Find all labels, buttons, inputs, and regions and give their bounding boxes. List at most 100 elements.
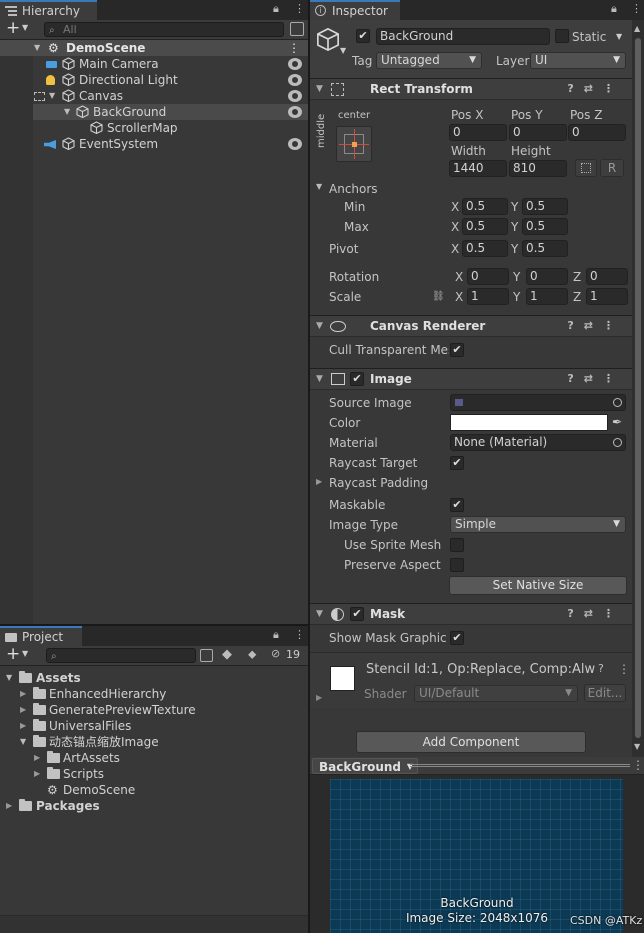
hierarchy-search-input[interactable]: ⌕ All [44, 22, 284, 37]
project-search-input[interactable]: ⌕ [46, 648, 196, 663]
anchor-max-x-field[interactable]: 0.5 [462, 218, 508, 235]
chevron-down-icon[interactable]: ▼ [20, 734, 26, 750]
project-item-enhancedhierarchy[interactable]: ▶ EnhancedHierarchy [0, 686, 308, 702]
scrollbar-thumb[interactable] [635, 38, 641, 738]
project-item-universalfiles[interactable]: ▶ UniversalFiles [0, 718, 308, 734]
project-item-generatepreviewtexture[interactable]: ▶ GeneratePreviewTexture [0, 702, 308, 718]
component-header-icons[interactable]: ?⇄⋮ [567, 369, 624, 389]
chevron-down-icon[interactable]: ▼ [22, 649, 28, 658]
image-header[interactable]: ▼ ✔ Image ?⇄⋮ [310, 368, 632, 390]
filter-by-label-icon[interactable]: ⬥ [248, 647, 256, 662]
blueprint-mode-button[interactable] [575, 159, 597, 177]
chevron-down-icon[interactable]: ▼ [316, 604, 323, 624]
lock-icon[interactable]: 🔒︎ [273, 2, 279, 16]
image-enabled-checkbox[interactable]: ✔ [350, 372, 364, 386]
hierarchy-item-scrollermap[interactable]: ScrollerMap [0, 120, 308, 136]
project-item-artassets[interactable]: ▶ ArtAssets [0, 750, 308, 766]
hierarchy-item-main-camera[interactable]: Main Camera [0, 56, 308, 72]
chevron-down-icon[interactable]: ▼ [22, 23, 28, 32]
more-options-icon[interactable]: ⋮ [288, 40, 300, 56]
active-checkbox[interactable]: ✔ [356, 29, 370, 43]
hierarchy-item-eventsystem[interactable]: EventSystem [0, 136, 308, 152]
chevron-right-icon[interactable]: ▶ [20, 702, 26, 718]
chevron-right-icon[interactable]: ▶ [316, 693, 322, 702]
anchor-preset-button[interactable] [336, 126, 372, 162]
chevron-down-icon[interactable]: ▼ [6, 670, 12, 686]
project-item-assets[interactable]: ▼ Assets [0, 670, 308, 686]
lock-icon[interactable]: 🔒︎ [273, 628, 279, 642]
more-options-icon[interactable]: ⋮ [632, 758, 644, 772]
source-image-field[interactable] [450, 394, 626, 411]
project-item-dynamic-anchor-image[interactable]: ▼ 动态锚点缩放Image [0, 734, 308, 750]
object-picker-icon[interactable] [613, 398, 622, 407]
pos-y-field[interactable]: 0 [509, 124, 567, 141]
object-picker-icon[interactable] [613, 438, 622, 447]
scroll-down-icon[interactable]: ▼ [634, 742, 640, 751]
chevron-right-icon[interactable]: ▶ [20, 718, 26, 734]
lock-icon[interactable]: 🔒︎ [611, 2, 617, 16]
component-header-icons[interactable]: ?⇄⋮ [567, 79, 624, 99]
maskable-checkbox[interactable]: ✔ [450, 498, 464, 512]
link-icon[interactable]: ⛓ [432, 291, 445, 302]
scene-search-icon[interactable] [290, 22, 304, 36]
chevron-right-icon[interactable]: ▶ [20, 686, 26, 702]
chevron-down-icon[interactable]: ▼ [616, 32, 622, 41]
canvas-renderer-header[interactable]: ▼ Canvas Renderer ?⇄⋮ [310, 315, 632, 337]
hidden-packages-icon[interactable]: ⊘ [271, 647, 280, 660]
material-field[interactable]: None (Material) [450, 434, 626, 451]
chevron-right-icon[interactable]: ▶ [6, 798, 12, 814]
chevron-down-icon[interactable]: ▼ [34, 40, 40, 56]
help-icon[interactable]: ? [598, 662, 604, 675]
height-field[interactable]: 810 [509, 160, 567, 177]
tab-project[interactable]: Project [0, 626, 82, 646]
chevron-down-icon[interactable]: ▼ [49, 88, 55, 104]
use-sprite-mesh-checkbox[interactable] [450, 538, 464, 552]
pivot-x-field[interactable]: 0.5 [462, 240, 508, 257]
more-options-icon[interactable]: ⋮ [294, 628, 305, 641]
show-mask-graphic-checkbox[interactable]: ✔ [450, 631, 464, 645]
mask-header[interactable]: ▼ ✔ Mask ?⇄⋮ [310, 603, 632, 625]
image-type-dropdown[interactable]: Simple ▼ [450, 516, 626, 533]
eyedropper-icon[interactable]: ✒︎ [612, 415, 622, 429]
anchor-max-y-field[interactable]: 0.5 [522, 218, 568, 235]
hierarchy-item-canvas[interactable]: ▼ Canvas [0, 88, 308, 104]
color-swatch[interactable] [450, 414, 608, 431]
chevron-down-icon[interactable]: ▼ [316, 369, 323, 389]
more-options-icon[interactable]: ⋮ [631, 2, 642, 15]
visibility-eye-icon[interactable] [288, 74, 302, 86]
more-options-icon[interactable]: ⋮ [294, 2, 305, 15]
scale-z-field[interactable]: 1 [586, 288, 628, 305]
object-name-field[interactable]: BackGround [376, 28, 550, 45]
anchor-min-y-field[interactable]: 0.5 [522, 198, 568, 215]
mask-enabled-checkbox[interactable]: ✔ [350, 607, 364, 621]
set-native-size-button[interactable]: Set Native Size [449, 576, 627, 595]
cull-transparent-checkbox[interactable]: ✔ [450, 343, 464, 357]
raw-edit-button[interactable]: R [600, 159, 624, 177]
inspector-scrollbar[interactable]: ▲ ▼ [632, 20, 644, 757]
add-icon[interactable]: + [6, 644, 20, 664]
scene-search-icon[interactable] [200, 649, 213, 662]
chevron-down-icon[interactable]: ▼ [64, 104, 70, 120]
add-icon[interactable]: + [6, 18, 20, 38]
filter-by-type-icon[interactable]: ◆ [222, 647, 232, 662]
visibility-eye-icon[interactable] [288, 138, 302, 150]
layer-dropdown[interactable]: UI ▼ [530, 52, 626, 69]
chevron-down-icon[interactable]: ▼ [340, 46, 346, 55]
add-component-button[interactable]: Add Component [356, 731, 586, 753]
preview-object-dropdown[interactable]: BackGround ▼ [312, 758, 419, 774]
hierarchy-item-directional-light[interactable]: Directional Light [0, 72, 308, 88]
scale-x-field[interactable]: 1 [467, 288, 509, 305]
raycast-target-checkbox[interactable]: ✔ [450, 456, 464, 470]
chevron-right-icon[interactable]: ▶ [34, 750, 40, 766]
pivot-y-field[interactable]: 0.5 [522, 240, 568, 257]
tab-inspector[interactable]: i Inspector [310, 0, 400, 20]
static-checkbox[interactable] [555, 29, 569, 43]
hierarchy-item-background[interactable]: ▼ BackGround [0, 104, 308, 120]
rect-transform-header[interactable]: ▼ Rect Transform ?⇄⋮ [310, 78, 632, 100]
visibility-eye-icon[interactable] [288, 58, 302, 70]
tab-hierarchy[interactable]: Hierarchy [0, 0, 97, 20]
preserve-aspect-checkbox[interactable] [450, 558, 464, 572]
component-header-icons[interactable]: ?⇄⋮ [567, 316, 624, 336]
anchor-min-x-field[interactable]: 0.5 [462, 198, 508, 215]
chevron-down-icon[interactable]: ▼ [316, 316, 323, 336]
